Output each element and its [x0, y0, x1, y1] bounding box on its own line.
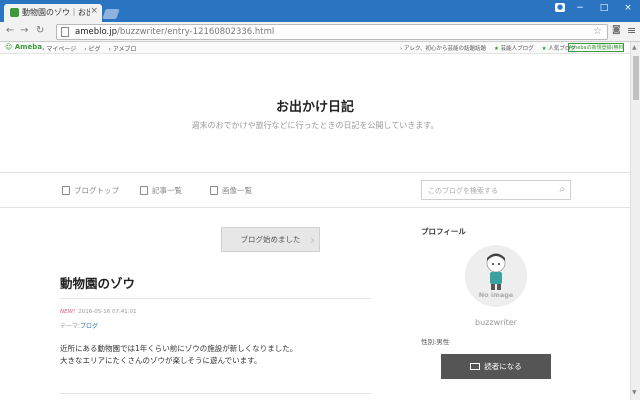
- menu-icon[interactable]: ≡: [627, 24, 636, 37]
- articles-icon: [140, 186, 148, 195]
- reload-icon[interactable]: ↻: [36, 25, 44, 36]
- star-icon: ★: [541, 46, 547, 52]
- post-date: NEW! 2016-05-16 07:41:01: [60, 309, 137, 315]
- profile-heading: プロフィール: [421, 227, 466, 236]
- browser-tab-active[interactable]: 動物園のゾウ｜お出かけ日記 ×: [4, 4, 102, 22]
- maximize-button[interactable]: □: [592, 0, 616, 16]
- ameba-nav: › マイページ › ピグ › アメブロ: [42, 44, 137, 53]
- nav-article-list[interactable]: 記事一覧: [140, 185, 182, 196]
- tab-title: 動物園のゾウ｜お出かけ日記: [22, 8, 90, 17]
- user-profile-icon[interactable]: ●: [555, 3, 565, 12]
- ameba-news-link[interactable]: › アレク、初心から芸能の話題話題: [400, 44, 486, 52]
- blog-description: 週末のおでかけや旅行などに行ったときの日記を公開していきます。: [191, 121, 439, 130]
- camera-icon: [210, 186, 218, 195]
- ameba-right-links: › アレク、初心から芸能の話題話題 ★ 芸能人ブログ ★ 人気ブログ: [400, 44, 576, 52]
- follow-blog-button[interactable]: ブログ始めました ›: [221, 227, 320, 252]
- scroll-up-icon[interactable]: ▲: [632, 44, 637, 51]
- nav-image-list[interactable]: 画像一覧: [210, 185, 252, 196]
- minimize-button[interactable]: −: [568, 0, 592, 16]
- post-theme: テーマ:ブログ: [60, 323, 99, 330]
- search-placeholder: このブログを検索する: [428, 187, 498, 195]
- ameba-nav-pigg[interactable]: › ピグ: [84, 44, 100, 53]
- ameba-favicon-icon: [10, 8, 19, 17]
- document-icon: [62, 186, 70, 195]
- scroll-down-icon[interactable]: ▼: [632, 389, 637, 396]
- blog-search-input[interactable]: このブログを検索する ⌕: [421, 180, 571, 200]
- star-icon: ★: [493, 46, 499, 52]
- back-arrow-icon[interactable]: ←: [6, 25, 14, 36]
- no-image-label: No image: [478, 291, 514, 299]
- avatar[interactable]: No image: [465, 245, 527, 307]
- tab-close-icon[interactable]: ×: [90, 6, 98, 16]
- username[interactable]: buzzwriter: [421, 318, 571, 327]
- browser-tab-bar: 動物園のゾウ｜お出かけ日記 × ● − □ ×: [0, 0, 640, 22]
- ameba-logo[interactable]: ☺ Ameba: [5, 43, 42, 51]
- theme-link[interactable]: ブログ: [80, 323, 98, 330]
- book-icon: [470, 363, 481, 370]
- close-window-button[interactable]: ×: [616, 0, 640, 16]
- chevron-right-icon: ›: [310, 233, 315, 247]
- nav-blog-top[interactable]: ブログトップ: [62, 185, 119, 196]
- ameba-nav-ameblo[interactable]: › アメブロ: [109, 44, 137, 53]
- blog-title[interactable]: お出かけ日記: [0, 96, 630, 115]
- ameba-header-bar: ☺ Ameba › マイページ › ピグ › アメブロ › アレク、初心から芸能…: [0, 42, 630, 54]
- new-tab-button[interactable]: [102, 9, 120, 19]
- bookmark-star-icon[interactable]: ☆: [593, 26, 602, 37]
- register-button[interactable]: Amebaの新規登録(無料): [568, 43, 624, 52]
- camera-icon[interactable]: ◙: [612, 25, 621, 35]
- ameba-nav-mypage[interactable]: › マイページ: [42, 44, 76, 53]
- url-text: ameblo.jp/buzzwriter/entry-12160802336.h…: [75, 27, 275, 37]
- address-bar[interactable]: ameblo.jp/buzzwriter/entry-12160802336.h…: [56, 24, 608, 40]
- page-icon: [61, 27, 69, 37]
- page-scrollbar[interactable]: ▲ ▼: [630, 42, 640, 400]
- divider: [60, 298, 371, 299]
- blog-nav: ブログトップ 記事一覧 画像一覧 このブログを検索する ⌕: [0, 172, 630, 208]
- post-title[interactable]: 動物園のゾウ: [60, 273, 135, 292]
- celebrity-blog-link[interactable]: ★ 芸能人ブログ: [494, 44, 534, 52]
- become-reader-button[interactable]: 読者になる: [441, 354, 551, 379]
- divider: [60, 393, 371, 394]
- window-controls: − □ ×: [568, 0, 640, 16]
- post-body: 近所にある動物園では1年くらい前にゾウの施設が新しくなりました。 大きなエリアに…: [60, 344, 298, 365]
- forward-arrow-icon[interactable]: →: [20, 25, 28, 36]
- search-icon[interactable]: ⌕: [559, 184, 565, 195]
- browser-toolbar: ← → ↻ ameblo.jp/buzzwriter/entry-1216080…: [0, 22, 640, 42]
- gender-info: 性別:男性: [421, 338, 450, 346]
- scroll-thumb[interactable]: [633, 56, 639, 100]
